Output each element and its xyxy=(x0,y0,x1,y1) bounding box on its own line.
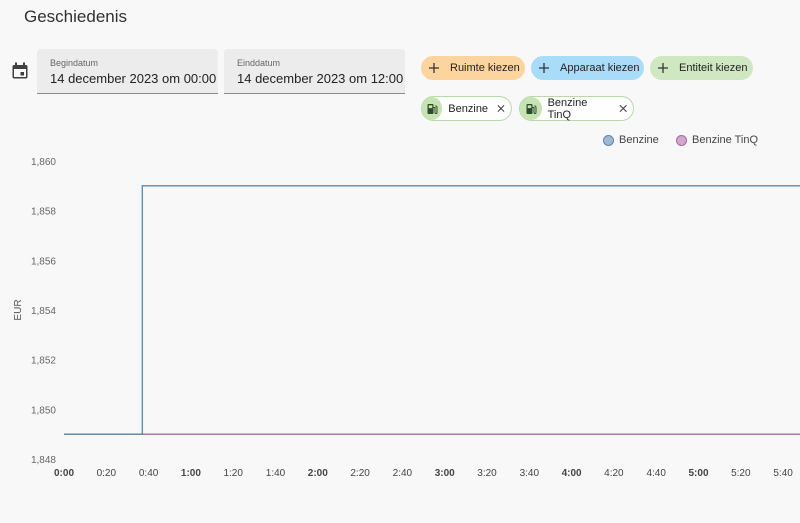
close-icon[interactable] xyxy=(619,104,627,113)
page-title: Geschiedenis xyxy=(24,7,128,26)
x-tick-label: 0:20 xyxy=(97,468,117,479)
x-tick-label: 3:00 xyxy=(435,468,455,479)
choose-device-label: Apparaat kiezen xyxy=(560,62,640,74)
x-tick-label: 0:00 xyxy=(54,468,74,479)
entity-chip-benzine-tinq[interactable]: Benzine TinQ xyxy=(519,96,634,121)
y-tick-label: 1,858 xyxy=(31,207,56,218)
start-date-field[interactable]: Begindatum 14 december 2023 om 00:00 xyxy=(37,49,218,94)
y-tick-label: 1,848 xyxy=(31,455,56,466)
plus-icon xyxy=(429,63,439,73)
legend-label: Benzine xyxy=(619,134,659,146)
legend-label: Benzine TinQ xyxy=(692,134,759,146)
entity-chip-label: Benzine xyxy=(448,102,489,115)
x-tick-label: 5:20 xyxy=(731,468,751,479)
x-tick-label: 4:00 xyxy=(562,468,582,479)
legend-item-benzine-tinq[interactable]: Benzine TinQ xyxy=(676,134,758,146)
x-tick-label: 1:20 xyxy=(223,468,243,479)
y-tick-label: 1,850 xyxy=(31,405,56,416)
x-tick-label: 2:20 xyxy=(350,468,370,479)
start-date-label: Begindatum xyxy=(50,58,99,68)
legend-marker xyxy=(603,134,614,146)
x-tick-label: 2:00 xyxy=(308,468,328,479)
legend-marker xyxy=(676,134,687,146)
calendar-icon[interactable] xyxy=(11,62,29,80)
y-tick-label: 1,852 xyxy=(31,356,56,367)
x-tick-label: 0:40 xyxy=(139,468,159,479)
y-tick-label: 1,860 xyxy=(31,157,56,168)
x-tick-label: 5:40 xyxy=(773,468,793,479)
x-tick-label: 1:00 xyxy=(181,468,201,479)
x-tick-label: 2:40 xyxy=(393,468,413,479)
legend-item-benzine[interactable]: Benzine xyxy=(603,134,659,146)
entity-chip-benzine[interactable]: Benzine xyxy=(421,96,512,121)
gas-station-icon xyxy=(422,97,443,120)
choose-entity-button[interactable]: Entiteit kiezen xyxy=(650,56,753,80)
start-date-value: 14 december 2023 om 00:00 xyxy=(50,71,217,86)
gas-station-icon xyxy=(520,97,542,120)
end-date-field[interactable]: Einddatum 14 december 2023 om 12:00 xyxy=(224,49,405,94)
x-tick-label: 4:20 xyxy=(604,468,624,479)
choose-entity-label: Entiteit kiezen xyxy=(679,62,748,74)
choose-area-button[interactable]: Ruimte kiezen xyxy=(421,56,525,80)
entity-chip-label: Benzine TinQ xyxy=(547,96,588,121)
series-line-benzine xyxy=(64,185,800,435)
close-icon[interactable] xyxy=(497,104,505,113)
end-date-label: Einddatum xyxy=(237,58,281,68)
end-date-value: 14 december 2023 om 12:00 xyxy=(237,71,404,86)
x-tick-label: 1:40 xyxy=(266,468,286,479)
choose-area-label: Ruimte kiezen xyxy=(450,62,520,74)
plus-icon xyxy=(658,63,668,73)
x-tick-label: 3:40 xyxy=(520,468,540,479)
x-tick-label: 5:00 xyxy=(688,468,708,479)
y-tick-label: 1,856 xyxy=(31,256,56,267)
y-tick-label: 1,854 xyxy=(31,306,56,317)
plus-icon xyxy=(539,63,549,73)
x-tick-label: 4:40 xyxy=(646,468,666,479)
y-axis-title: EUR xyxy=(13,299,24,320)
x-tick-label: 3:20 xyxy=(477,468,497,479)
choose-device-button[interactable]: Apparaat kiezen xyxy=(531,56,644,80)
